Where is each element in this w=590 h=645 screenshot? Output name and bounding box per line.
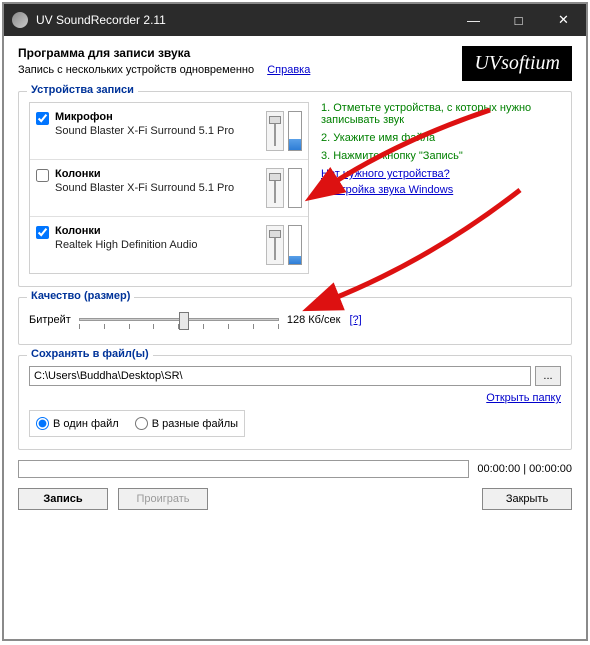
titlebar: UV SoundRecorder 2.11 — □ ✕ [4, 4, 586, 36]
device-volume-slider[interactable] [266, 225, 284, 265]
devices-group-title: Устройства записи [27, 84, 138, 96]
brand-logo: UVsoftium [462, 46, 572, 81]
browse-button[interactable]: ... [535, 366, 561, 386]
progress-bar [18, 460, 469, 478]
device-row[interactable]: Колонки Realtek High Definition Audio [30, 217, 308, 273]
radio-multi-file[interactable]: В разные файлы [135, 417, 238, 430]
device-name: Колонки [55, 225, 260, 237]
device-desc: Sound Blaster X-Fi Surround 5.1 Pro [55, 125, 260, 137]
app-heading: Программа для записи звука [18, 46, 310, 60]
close-button[interactable]: Закрыть [482, 488, 572, 510]
device-desc: Realtek High Definition Audio [55, 239, 260, 251]
hint-step-2: 2. Укажите имя файла [321, 132, 561, 144]
close-window-button[interactable]: ✕ [541, 4, 586, 36]
help-link[interactable]: Справка [267, 64, 310, 76]
device-checkbox[interactable] [36, 226, 49, 239]
bitrate-value: 128 Кб/сек [287, 314, 341, 326]
hint-step-3: 3. Нажмите кнопку "Запись" [321, 150, 561, 162]
bitrate-label: Битрейт [29, 314, 71, 326]
window-title: UV SoundRecorder 2.11 [36, 13, 451, 27]
device-checkbox[interactable] [36, 112, 49, 125]
play-button: Проиграть [118, 488, 208, 510]
device-name: Колонки [55, 168, 260, 180]
app-icon [12, 12, 28, 28]
device-level-meter [288, 225, 302, 265]
bitrate-slider[interactable] [79, 308, 279, 332]
device-desc: Sound Blaster X-Fi Surround 5.1 Pro [55, 182, 260, 194]
device-level-meter [288, 111, 302, 151]
save-group-title: Сохранять в файл(ы) [27, 348, 153, 360]
record-button[interactable]: Запись [18, 488, 108, 510]
device-row[interactable]: Колонки Sound Blaster X-Fi Surround 5.1 P… [30, 160, 308, 217]
device-volume-slider[interactable] [266, 111, 284, 151]
devices-list[interactable]: Микрофон Sound Blaster X-Fi Surround 5.1 … [29, 102, 309, 274]
windows-sound-link[interactable]: Настройка звука Windows [321, 184, 561, 196]
save-path-input[interactable] [29, 366, 531, 386]
time-display: 00:00:00 | 00:00:00 [477, 463, 572, 475]
device-name: Микрофон [55, 111, 260, 123]
quality-group: Качество (размер) Битрейт 128 Кб/сек [?] [18, 297, 572, 345]
devices-group: Устройства записи МикрофонSound Blaster … [18, 91, 572, 287]
radio-one-file[interactable]: В один файл [36, 417, 119, 430]
save-mode-radios: В один файл В разные файлы [29, 410, 245, 437]
quality-group-title: Качество (размер) [27, 290, 134, 302]
maximize-button[interactable]: □ [496, 4, 541, 36]
save-group: Сохранять в файл(ы) ... Открыть папку В … [18, 355, 572, 450]
bitrate-help-link[interactable]: [?] [350, 314, 362, 326]
app-subtitle: Запись с нескольких устройств одновремен… [18, 64, 254, 76]
hint-step-1: 1. Отметьте устройства, с которых нужно … [321, 102, 561, 126]
no-device-link[interactable]: Нет нужного устройства? [321, 168, 561, 180]
device-level-meter [288, 168, 302, 208]
device-checkbox[interactable] [36, 169, 49, 182]
device-row[interactable]: Микрофон Sound Blaster X-Fi Surround 5.1 … [30, 103, 308, 160]
device-volume-slider[interactable] [266, 168, 284, 208]
minimize-button[interactable]: — [451, 4, 496, 36]
open-folder-link[interactable]: Открыть папку [29, 392, 561, 404]
